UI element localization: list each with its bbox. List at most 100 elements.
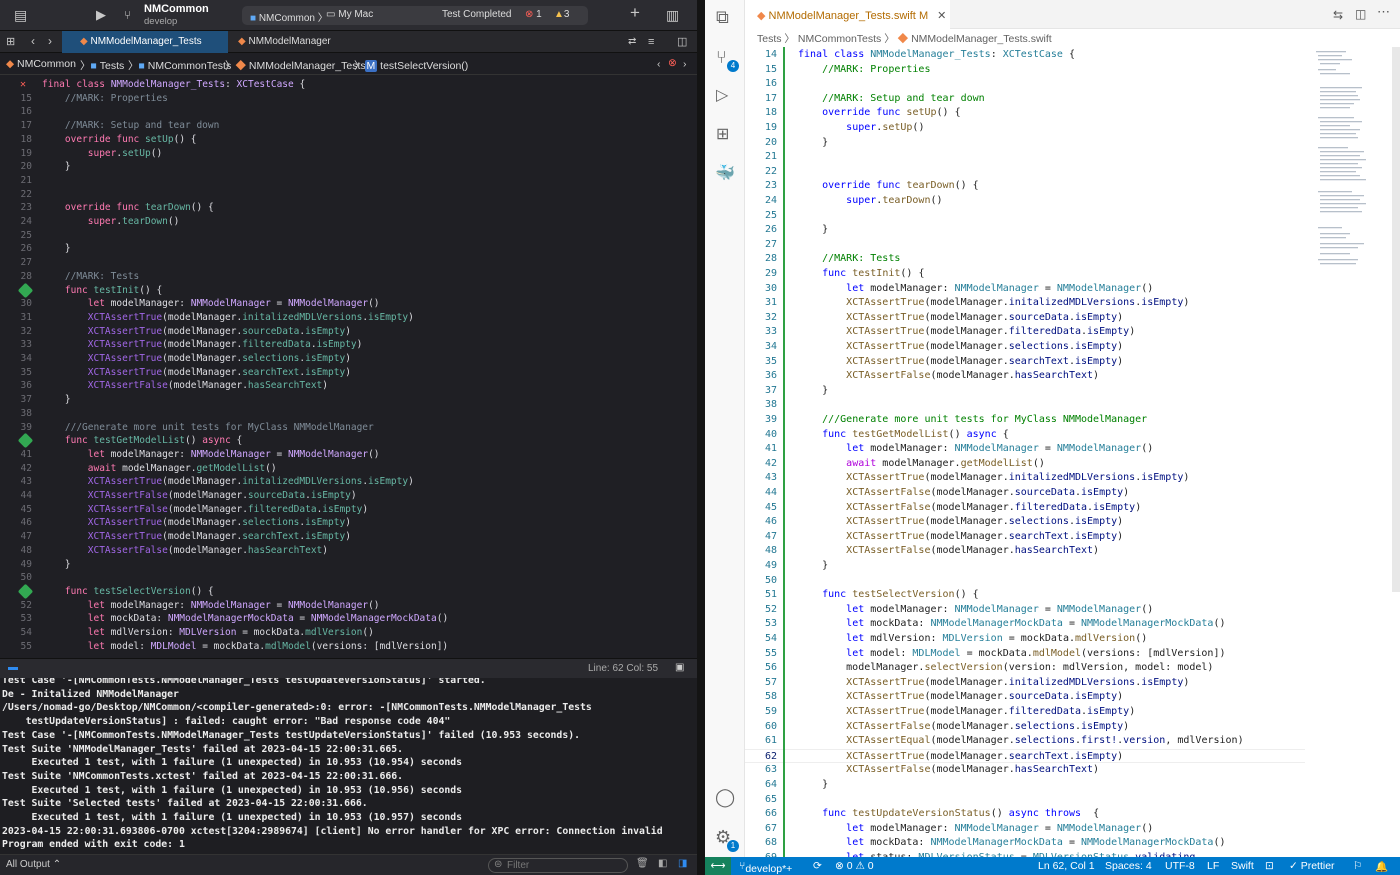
- code-line: 24 super.tearDown(): [20, 216, 180, 227]
- breadcrumb-item[interactable]: 〉 M testSelectVersion(): [354, 58, 468, 73]
- docker-icon[interactable]: 🐳: [715, 166, 735, 182]
- code-line: 20 }: [764, 136, 829, 148]
- encoding[interactable]: UTF-8: [1165, 860, 1195, 872]
- code-line: 54 let mdlVersion: MDLVersion = mockData…: [764, 633, 1148, 644]
- code-line: 31 XCTAssertTrue(modelManager.initalized…: [20, 311, 414, 323]
- copilot-icon[interactable]: ⊡: [1265, 860, 1274, 872]
- account-icon[interactable]: ◯: [715, 788, 735, 806]
- add-icon[interactable]: +: [630, 4, 640, 21]
- prev-issue-icon[interactable]: ‹: [657, 58, 661, 70]
- error-icon[interactable]: ⊗: [668, 57, 677, 69]
- tab-nmmodelmanager[interactable]: ◆ NMModelManager: [228, 31, 398, 53]
- explorer-icon[interactable]: ⧉: [716, 8, 729, 26]
- console-line: De - Initalized NMModelManager: [2, 688, 179, 700]
- code-line: 35 XCTAssertTrue(modelManager.searchText…: [764, 355, 1124, 367]
- breadcrumb-item[interactable]: Tests: [757, 33, 782, 45]
- breadcrumb-label: NMModelManager_Tests: [248, 60, 366, 72]
- sync-icon[interactable]: ⟳: [813, 860, 822, 872]
- inspector-toggle-icon[interactable]: ▥: [666, 8, 679, 22]
- activity-bar: ⧉ ⑂ 4 ▷ ⊞ 🐳 ◯ ⚙ 1: [705, 0, 745, 857]
- vscode-code-editor[interactable]: 14 final class NMModelManager_Tests: XCTe…: [745, 47, 1400, 857]
- refresh-icon[interactable]: ⇄: [628, 35, 636, 49]
- code-line: 22: [764, 165, 777, 177]
- compare-icon[interactable]: ⇆: [1333, 8, 1343, 22]
- test-passed-icon[interactable]: [17, 583, 34, 600]
- trash-icon[interactable]: 🗑: [636, 858, 649, 869]
- breadcrumb-item[interactable]: 〉■ Tests: [80, 58, 124, 73]
- indentation[interactable]: Spaces: 4: [1105, 860, 1152, 872]
- split-right-icon[interactable]: ◨: [678, 858, 687, 869]
- problems-status[interactable]: ⊗ 0 ⚠ 0: [835, 860, 874, 872]
- warning-count[interactable]: ▲3: [554, 9, 569, 20]
- tab-nmmodelmanager-tests-swift[interactable]: ◆ NMModelManager_Tests.swift M ✕: [745, 0, 950, 29]
- source-control-icon[interactable]: ⑂: [716, 48, 727, 66]
- window-divider[interactable]: [697, 0, 705, 875]
- code-line: 27: [20, 257, 32, 269]
- notifications-icon[interactable]: 🔔: [1375, 860, 1388, 873]
- extensions-icon[interactable]: ⊞: [716, 127, 729, 143]
- test-passed-icon[interactable]: [17, 282, 34, 298]
- next-issue-icon[interactable]: ›: [683, 58, 687, 70]
- run-debug-icon[interactable]: ▷: [716, 88, 728, 104]
- debug-bar: ▬ Line: 62 Col: 55 ▣: [0, 658, 697, 678]
- tab-nmmodelmanager-tests[interactable]: ◆ NMModelManager_Tests: [62, 31, 228, 53]
- branch-icon: ⑂: [124, 8, 132, 22]
- code-line: 63 XCTAssertFalse(modelManager.hasSearch…: [764, 764, 1100, 776]
- branch-status[interactable]: ⑂ develop*+: [739, 860, 792, 875]
- code-line: 29 func testInit() {: [764, 268, 925, 279]
- test-failed-icon[interactable]: ✕: [20, 78, 26, 92]
- split-left-icon[interactable]: ◧: [658, 858, 667, 869]
- scrollbar[interactable]: [1392, 47, 1400, 592]
- code-line: 18 override func setUp() {: [764, 107, 961, 119]
- activity-view[interactable]: ■ NMCommon 〉 ▭ My Mac Test Completed ⊗ 1…: [242, 6, 588, 25]
- language-mode[interactable]: Swift: [1231, 860, 1254, 872]
- code-line: 36 XCTAssertFalse(modelManager.hasSearch…: [764, 370, 1100, 382]
- xcode-code-editor[interactable]: ✕ final class NMModelManager_Tests: XCTes…: [0, 76, 697, 658]
- remote-icon[interactable]: ⟷: [705, 857, 731, 875]
- swift-icon: ◆: [235, 60, 247, 72]
- error-count[interactable]: ⊗ 1: [525, 9, 542, 20]
- prettier-status[interactable]: ✓ Prettier: [1289, 860, 1335, 872]
- breadcrumb-item[interactable]: 〉■ NMCommonTests: [128, 58, 231, 73]
- destination-selector[interactable]: ▭ My Mac: [326, 9, 373, 20]
- debug-area-icon[interactable]: ▬: [8, 662, 18, 673]
- test-passed-icon[interactable]: [17, 432, 34, 449]
- code-line: 54 let mdlVersion: MDLVersion = mockData…: [20, 627, 374, 638]
- code-line: 49 }: [20, 558, 71, 570]
- breadcrumb-label: Tests: [99, 60, 125, 72]
- breadcrumb-item[interactable]: NMCommonTests: [798, 33, 881, 45]
- breadcrumb-item[interactable]: 〉◆ NMModelManager_Tests: [225, 58, 366, 73]
- console-output[interactable]: Test Case '-[NMCommonTests.NMModelManage…: [0, 678, 697, 854]
- scheme-selector[interactable]: ■ NMCommon 〉: [250, 9, 328, 24]
- grid-icon[interactable]: ⊞: [6, 35, 15, 49]
- lines-icon[interactable]: ≡: [648, 35, 654, 49]
- close-icon[interactable]: ✕: [937, 10, 946, 22]
- scm-badge: 4: [727, 60, 739, 72]
- sidebar-toggle-icon[interactable]: ▤: [14, 8, 27, 22]
- code-line: 47 XCTAssertTrue(modelManager.searchText…: [20, 531, 351, 543]
- filter-field[interactable]: ⊜ Filter: [488, 858, 628, 873]
- code-line: 43 XCTAssertTrue(modelManager.initalized…: [20, 476, 414, 488]
- code-line: 16: [20, 106, 32, 118]
- code-line: 34 XCTAssertTrue(modelManager.selections…: [20, 353, 351, 364]
- console-line: testUpdateVersionStatus] : failed: caugh…: [2, 716, 451, 728]
- output-selector[interactable]: All Output ⌃: [6, 859, 61, 870]
- back-icon[interactable]: ‹: [31, 34, 35, 48]
- more-actions-icon[interactable]: ⋯: [1377, 5, 1390, 19]
- panel-icon[interactable]: ▣: [675, 662, 684, 673]
- breadcrumb-item[interactable]: NMModelManager_Tests.swift: [911, 33, 1052, 45]
- split-icon[interactable]: ◫: [677, 35, 687, 49]
- breadcrumb-item[interactable]: ◆ NMCommon: [6, 58, 76, 70]
- settings-badge: 1: [727, 840, 739, 852]
- eol[interactable]: LF: [1207, 860, 1219, 872]
- feedback-icon[interactable]: ⚐: [1353, 860, 1362, 872]
- cursor-position[interactable]: Ln 62, Col 1: [1038, 860, 1095, 872]
- code-line: 16: [764, 78, 777, 90]
- code-line: 24 super.tearDown(): [764, 195, 943, 206]
- split-editor-icon[interactable]: ◫: [1355, 7, 1366, 21]
- error-count-value: 1: [536, 9, 542, 20]
- run-icon[interactable]: ▶: [96, 8, 106, 22]
- forward-icon[interactable]: ›: [48, 34, 52, 48]
- minimap[interactable]: [1312, 47, 1392, 307]
- code-line: 35 XCTAssertTrue(modelManager.searchText…: [20, 366, 351, 378]
